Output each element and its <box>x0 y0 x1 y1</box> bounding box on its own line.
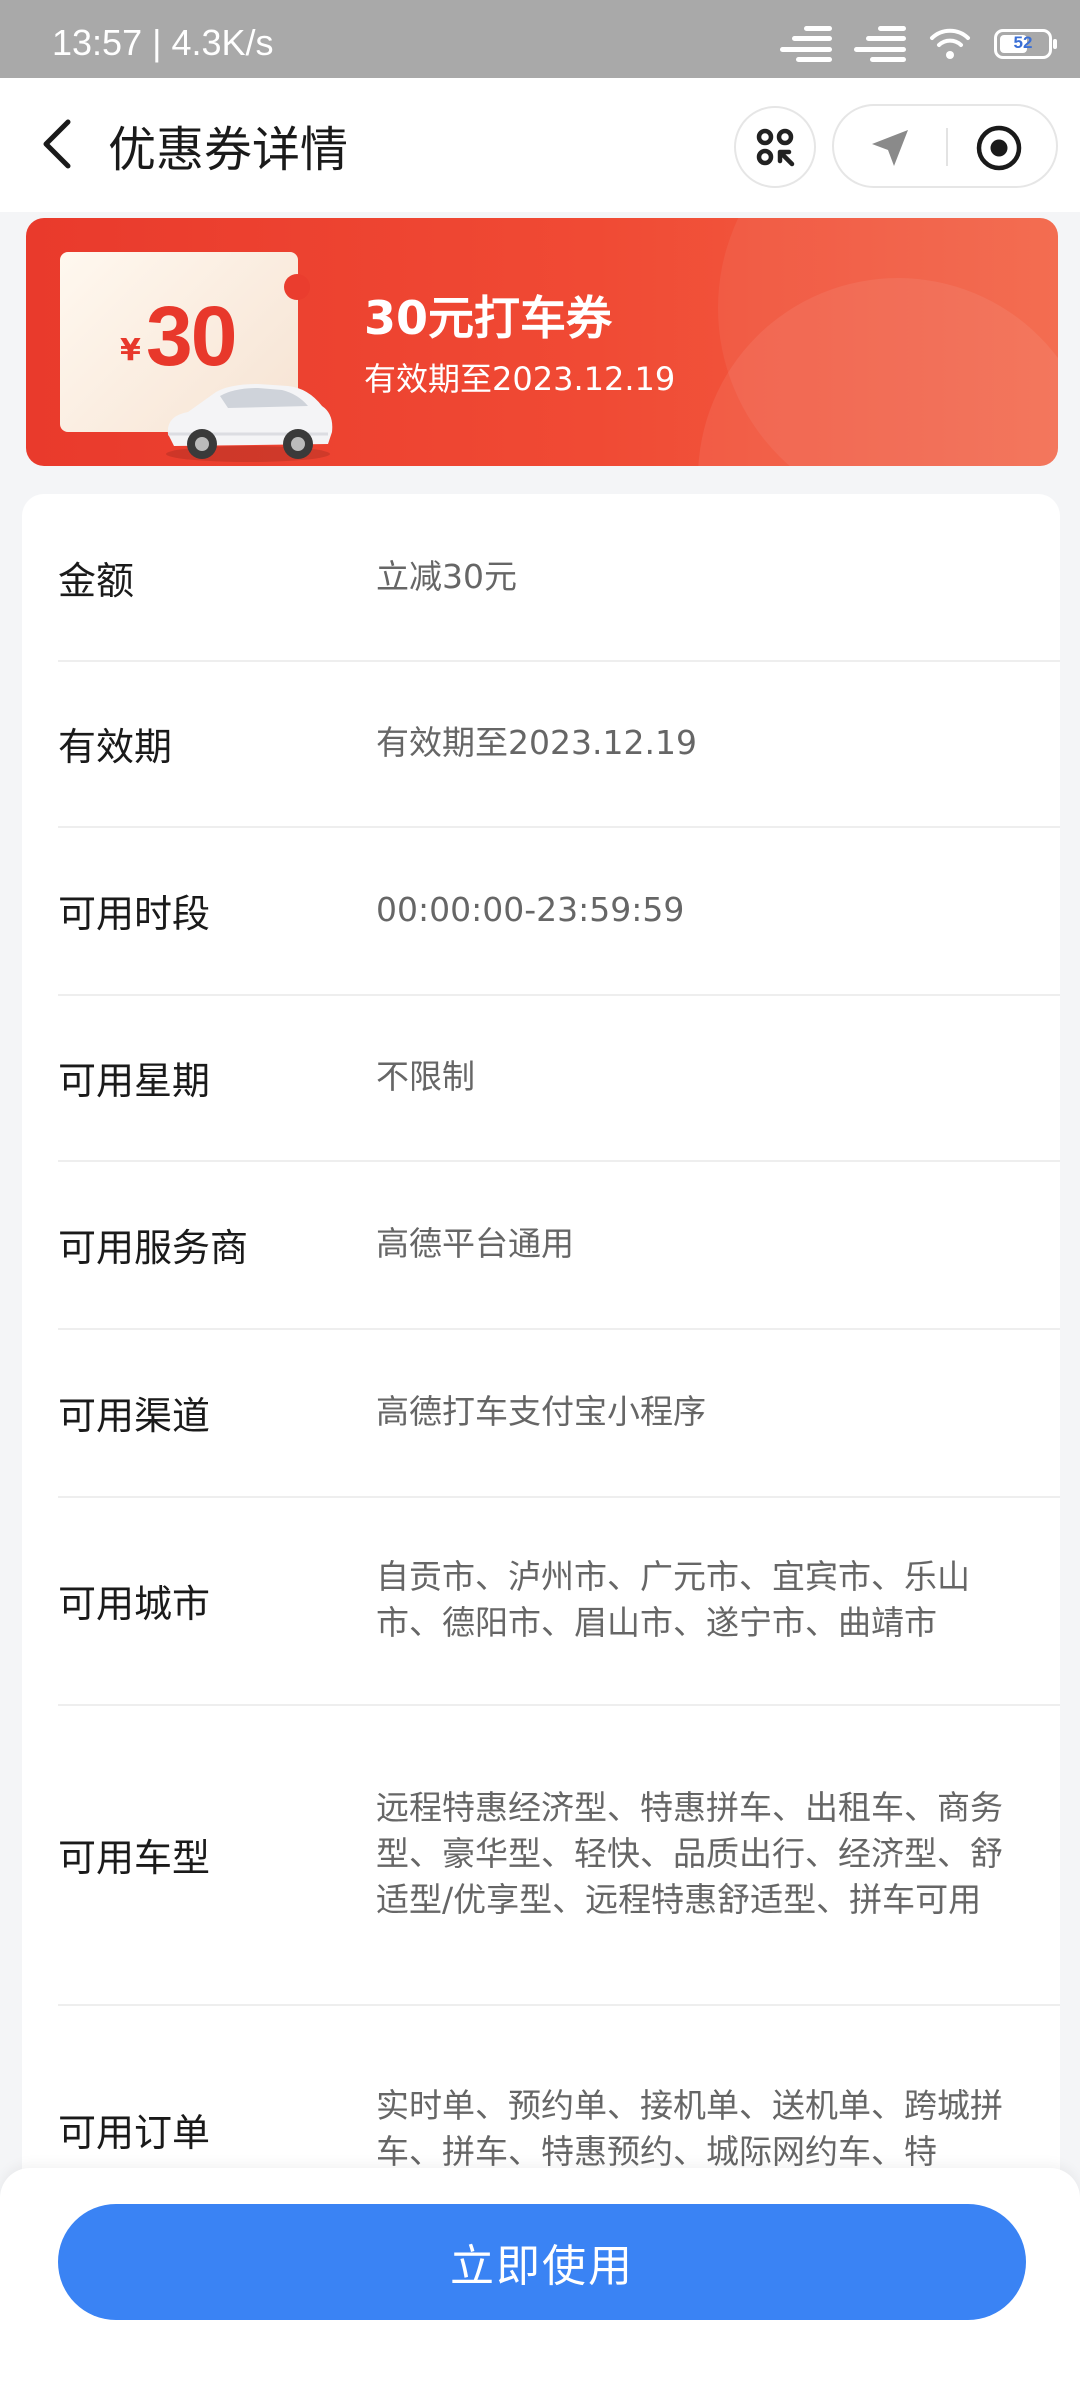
location-arrow-icon[interactable] <box>868 126 912 170</box>
detail-value: 高德打车支付宝小程序 <box>376 1392 706 1431</box>
signal-2-icon <box>854 26 906 62</box>
detail-label: 可用时段 <box>58 891 211 936</box>
coupon-banner: ¥ 30 30元打车券 有效期至2023.12.19 <box>26 218 1058 466</box>
detail-label: 可用星期 <box>58 1058 211 1103</box>
detail-row-validity: 有效期 有效期至2023.12.19 <box>58 660 1060 828</box>
detail-label: 可用订单 <box>58 2110 211 2155</box>
detail-value: 有效期至2023.12.19 <box>376 723 697 762</box>
wifi-icon <box>930 28 970 59</box>
detail-row-amount: 金额 立减30元 <box>58 494 1060 662</box>
detail-value: 00:00:00-23:59:59 <box>376 890 685 929</box>
page-title: 优惠券详情 <box>108 122 349 178</box>
coupon-validity: 有效期至2023.12.19 <box>364 360 676 398</box>
detail-row-weekdays: 可用星期 不限制 <box>58 994 1060 1162</box>
use-now-button[interactable]: 立即使用 <box>58 2204 1026 2320</box>
car-icon <box>166 384 333 462</box>
detail-value: 高德平台通用 <box>376 1224 574 1263</box>
detail-row-time-range: 可用时段 00:00:00-23:59:59 <box>58 826 1060 996</box>
detail-value: 立减30元 <box>376 557 517 596</box>
back-arrow-icon[interactable] <box>30 114 90 174</box>
close-miniapp-icon[interactable] <box>974 123 1024 173</box>
detail-label: 可用车型 <box>58 1835 211 1880</box>
currency-symbol: ¥ <box>120 333 141 368</box>
detail-value: 远程特惠经济型、特惠拼车、出租车、商务型、豪华型、轻快、品质出行、经济型、舒适型… <box>376 1788 1003 1919</box>
battery-icon: 52 <box>994 29 1057 59</box>
detail-value: 自贡市、泸州市、广元市、宜宾市、乐山市、德阳市、眉山市、遂宁市、曲靖市 <box>376 1557 970 1642</box>
detail-label: 金额 <box>58 558 135 603</box>
miniapp-icon <box>756 128 795 167</box>
detail-row-cities: 可用城市 自贡市、泸州市、广元市、宜宾市、乐山市、德阳市、眉山市、遂宁市、曲靖市 <box>58 1496 1060 1706</box>
status-time: 13:57 | 4.3K/s <box>52 22 274 63</box>
detail-label: 可用渠道 <box>58 1393 211 1438</box>
mini-program-share-button[interactable] <box>734 106 816 188</box>
detail-row-channel: 可用渠道 高德打车支付宝小程序 <box>58 1328 1060 1498</box>
bottom-action-bar: 立即使用 <box>0 2168 1080 2400</box>
detail-row-provider: 可用服务商 高德平台通用 <box>58 1160 1060 1330</box>
coupon-title: 30元打车券 <box>364 291 613 345</box>
detail-label: 可用服务商 <box>58 1225 249 1270</box>
signal-1-icon <box>780 26 832 62</box>
detail-value: 不限制 <box>376 1057 475 1096</box>
status-icons: 52 <box>780 24 1057 64</box>
detail-row-car-types: 可用车型 远程特惠经济型、特惠拼车、出租车、商务型、豪华型、轻快、品质出行、经济… <box>58 1704 1060 2006</box>
nav-bar: 优惠券详情 <box>0 78 1080 212</box>
battery-level: 52 <box>1013 33 1033 52</box>
capsule-menu <box>832 104 1058 188</box>
detail-label: 有效期 <box>58 724 173 769</box>
detail-value: 实时单、预约单、接机单、送机单、跨城拼车、拼车、特惠预约、城际网约车、特 <box>376 2086 1003 2171</box>
status-bar: 13:57 | 4.3K/s 52 <box>0 0 1080 78</box>
coupon-details-card: 金额 立减30元 有效期 有效期至2023.12.19 可用时段 00:00:0… <box>22 494 1060 2294</box>
detail-label: 可用城市 <box>58 1581 211 1626</box>
